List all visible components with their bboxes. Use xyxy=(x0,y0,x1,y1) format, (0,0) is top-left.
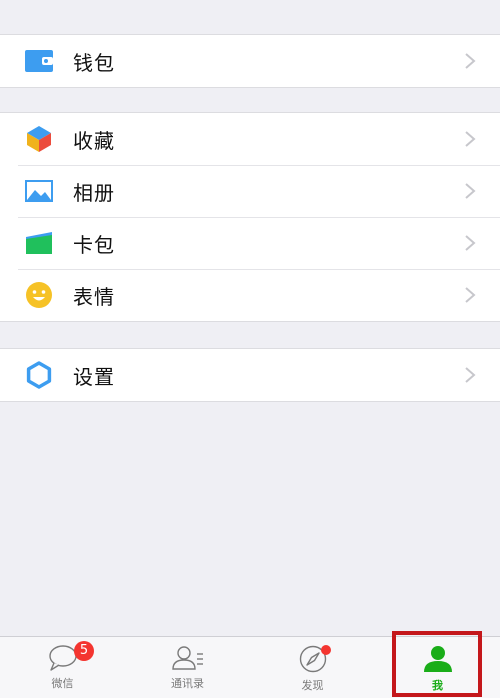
tab-label: 我 xyxy=(432,679,443,692)
chevron-right-icon xyxy=(465,131,476,147)
menu-item-label: 钱包 xyxy=(73,50,115,75)
menu-item-favorites[interactable]: 收藏 xyxy=(0,113,500,165)
settings-group: 设置 xyxy=(0,348,500,402)
bottom-tab-bar: 5 微信 通讯录 发现 我 xyxy=(0,636,500,698)
chevron-right-icon xyxy=(465,287,476,303)
notification-dot xyxy=(321,645,331,655)
gear-icon xyxy=(25,361,53,389)
tab-chats[interactable]: 5 微信 xyxy=(0,637,125,698)
chevron-right-icon xyxy=(465,183,476,199)
menu-item-label: 相册 xyxy=(73,180,115,205)
menu-item-wallet[interactable]: 钱包 xyxy=(0,35,500,87)
tab-label: 发现 xyxy=(301,679,324,692)
unread-badge: 5 xyxy=(74,641,94,661)
chevron-right-icon xyxy=(465,235,476,251)
image-icon xyxy=(25,177,53,205)
menu-item-stickers[interactable]: 表情 xyxy=(0,269,500,321)
tab-discover[interactable]: 发现 xyxy=(250,637,375,698)
menu-item-label: 表情 xyxy=(73,284,115,309)
menu-item-album[interactable]: 相册 xyxy=(0,165,500,217)
tab-me[interactable]: 我 xyxy=(375,637,500,698)
menu-item-label: 收藏 xyxy=(73,128,115,153)
wallet-icon xyxy=(25,47,53,75)
tab-label: 通讯录 xyxy=(171,677,204,690)
tab-contacts[interactable]: 通讯录 xyxy=(125,637,250,698)
smiley-icon xyxy=(25,281,53,309)
menu-item-label: 卡包 xyxy=(73,232,115,257)
menu-item-label: 设置 xyxy=(73,364,115,389)
chat-bubble-icon xyxy=(48,645,77,671)
chevron-right-icon xyxy=(465,367,476,383)
wallet-group: 钱包 xyxy=(0,34,500,88)
card-icon xyxy=(25,229,53,257)
person-icon xyxy=(423,646,452,672)
menu-item-settings[interactable]: 设置 xyxy=(0,349,500,401)
chevron-right-icon xyxy=(465,53,476,69)
contacts-icon xyxy=(171,646,203,670)
cube-icon xyxy=(25,125,53,153)
tab-label: 微信 xyxy=(51,677,74,690)
menu-item-cards[interactable]: 卡包 xyxy=(0,217,500,269)
content-group: 收藏 相册 卡包 表情 xyxy=(0,112,500,322)
